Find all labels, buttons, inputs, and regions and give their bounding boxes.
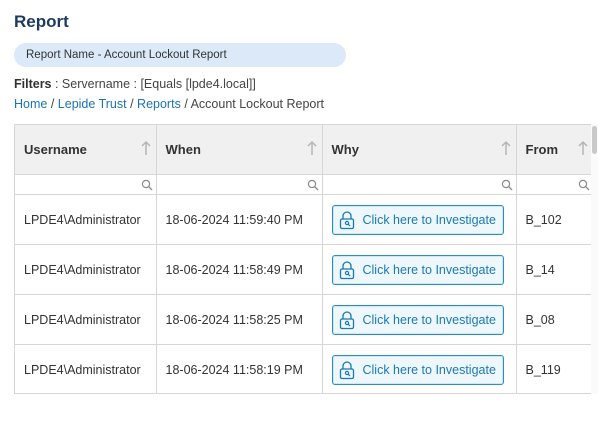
report-table: Username When Why From LPDE4\Administrat [15, 125, 594, 393]
when-cell: 18-06-2024 11:58:49 PM [156, 244, 323, 295]
column-header-username[interactable]: Username [15, 125, 157, 175]
username-cell: LPDE4\Administrator [15, 294, 157, 345]
username-filter-input[interactable] [15, 175, 156, 194]
username-cell: LPDE4\Administrator [15, 244, 157, 295]
breadcrumb-reports[interactable]: Reports [137, 97, 181, 111]
from-cell: B_119 [516, 344, 594, 393]
investigate-button-label: Click here to Investigate [362, 262, 496, 277]
column-filter-row [15, 174, 594, 195]
report-grid: Username When Why From LPDE4\Administrat [14, 124, 598, 394]
table-row: LPDE4\Administrator 18-06-2024 11:59:40 … [15, 194, 594, 245]
breadcrumb-current: Account Lockout Report [190, 97, 325, 111]
filter-cell-username [15, 174, 157, 195]
table-row: LPDE4\Administrator 18-06-2024 11:58:19 … [15, 344, 594, 393]
investigate-button[interactable]: Click here to Investigate [331, 354, 504, 385]
magnifier-icon[interactable] [578, 179, 590, 191]
column-header-label: Username [24, 141, 87, 157]
column-header-when[interactable]: When [156, 125, 323, 175]
when-cell: 18-06-2024 11:58:19 PM [156, 344, 323, 393]
breadcrumb: Home / Lepide Trust / Reports / Account … [14, 97, 324, 111]
from-cell: B_102 [516, 194, 594, 245]
grid-scrollbar-track[interactable] [591, 124, 598, 394]
sort-up-arrow-icon[interactable] [140, 140, 152, 156]
sort-up-arrow-icon[interactable] [306, 140, 318, 156]
column-header-from[interactable]: From [516, 125, 594, 175]
filter-cell-when [156, 174, 323, 195]
filters-label: Filters [14, 77, 52, 91]
breadcrumb-separator: / [50, 97, 55, 111]
lock-search-icon [339, 210, 354, 229]
why-cell: Click here to Investigate [322, 244, 517, 295]
investigate-button-label: Click here to Investigate [362, 212, 496, 227]
breadcrumb-home[interactable]: Home [14, 97, 47, 111]
page-title: Report [14, 12, 69, 31]
username-cell: LPDE4\Administrator [15, 194, 157, 245]
breadcrumb-separator: / [184, 97, 188, 111]
filter-cell-why [322, 174, 517, 195]
why-cell: Click here to Investigate [322, 344, 517, 393]
why-filter-input[interactable] [322, 175, 516, 194]
investigate-button-label: Click here to Investigate [362, 362, 496, 377]
investigate-button[interactable]: Click here to Investigate [331, 204, 504, 235]
lock-search-icon [339, 360, 354, 379]
breadcrumb-lepide-trust[interactable]: Lepide Trust [58, 97, 127, 111]
breadcrumb-separator: / [130, 97, 134, 111]
investigate-button[interactable]: Click here to Investigate [331, 254, 504, 285]
when-cell: 18-06-2024 11:58:25 PM [156, 294, 323, 345]
why-cell: Click here to Investigate [322, 294, 517, 345]
magnifier-icon[interactable] [501, 179, 513, 191]
when-cell: 18-06-2024 11:59:40 PM [156, 194, 323, 245]
lock-search-icon [339, 260, 354, 279]
table-header-row: Username When Why From [15, 125, 594, 175]
username-cell: LPDE4\Administrator [15, 344, 157, 393]
investigate-button[interactable]: Click here to Investigate [331, 304, 504, 335]
why-cell: Click here to Investigate [322, 194, 517, 245]
filter-cell-from [516, 174, 594, 195]
table-row: LPDE4\Administrator 18-06-2024 11:58:49 … [15, 244, 594, 295]
grid-scrollbar-thumb[interactable] [592, 126, 597, 154]
from-cell: B_14 [516, 244, 594, 295]
magnifier-icon[interactable] [307, 179, 319, 191]
investigate-button-label: Click here to Investigate [362, 312, 496, 327]
filters-value: : Servername : [Equals [lpde4.local]] [51, 77, 256, 91]
lock-search-icon [339, 310, 354, 329]
table-row: LPDE4\Administrator 18-06-2024 11:58:25 … [15, 294, 594, 345]
sort-up-arrow-icon[interactable] [577, 140, 589, 156]
column-header-label: When [165, 141, 201, 157]
column-header-why[interactable]: Why [322, 125, 517, 175]
sort-up-arrow-icon[interactable] [500, 140, 512, 156]
when-filter-input[interactable] [156, 175, 322, 194]
magnifier-icon[interactable] [141, 179, 153, 191]
column-header-label: From [525, 141, 559, 157]
report-name-badge: Report Name - Account Lockout Report [14, 43, 346, 67]
filters-line: Filters : Servername : [Equals [lpde4.lo… [14, 77, 256, 91]
from-cell: B_08 [516, 294, 594, 345]
column-header-label: Why [331, 141, 359, 157]
